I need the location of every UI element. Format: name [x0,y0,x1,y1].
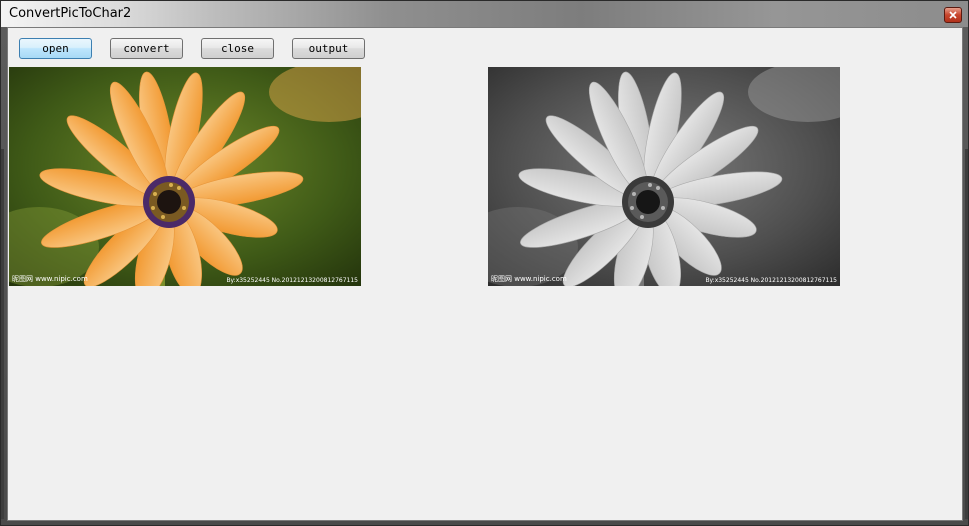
window-left-border[interactable] [1,149,4,519]
flower-photo-grayscale [488,67,840,286]
flower-photo-color [9,67,361,286]
close-button[interactable]: close [201,38,274,59]
output-button[interactable]: output [292,38,365,59]
title-bar[interactable]: ConvertPicToChar2 [1,1,968,27]
window-close-button[interactable] [944,7,962,23]
watermark-left: 昵图网 www.nipic.com [12,275,88,283]
close-icon [949,11,957,19]
app-window: ConvertPicToChar2 open convert close out… [0,0,969,526]
window-title: ConvertPicToChar2 [9,6,132,21]
open-button[interactable]: open [19,38,92,59]
watermark-right: By:x35252445 No.20121213200812767115 [226,277,358,284]
watermark-left: 昵图网 www.nipic.com [491,275,567,283]
client-area: open convert close output 昵图网 www.nipic.… [7,27,963,521]
convert-button[interactable]: convert [110,38,183,59]
converted-image: 昵图网 www.nipic.com By:x35252445 No.201212… [488,67,840,286]
window-right-border[interactable] [965,149,968,519]
original-image: 昵图网 www.nipic.com By:x35252445 No.201212… [9,67,361,286]
watermark-right: By:x35252445 No.20121213200812767115 [705,277,837,284]
